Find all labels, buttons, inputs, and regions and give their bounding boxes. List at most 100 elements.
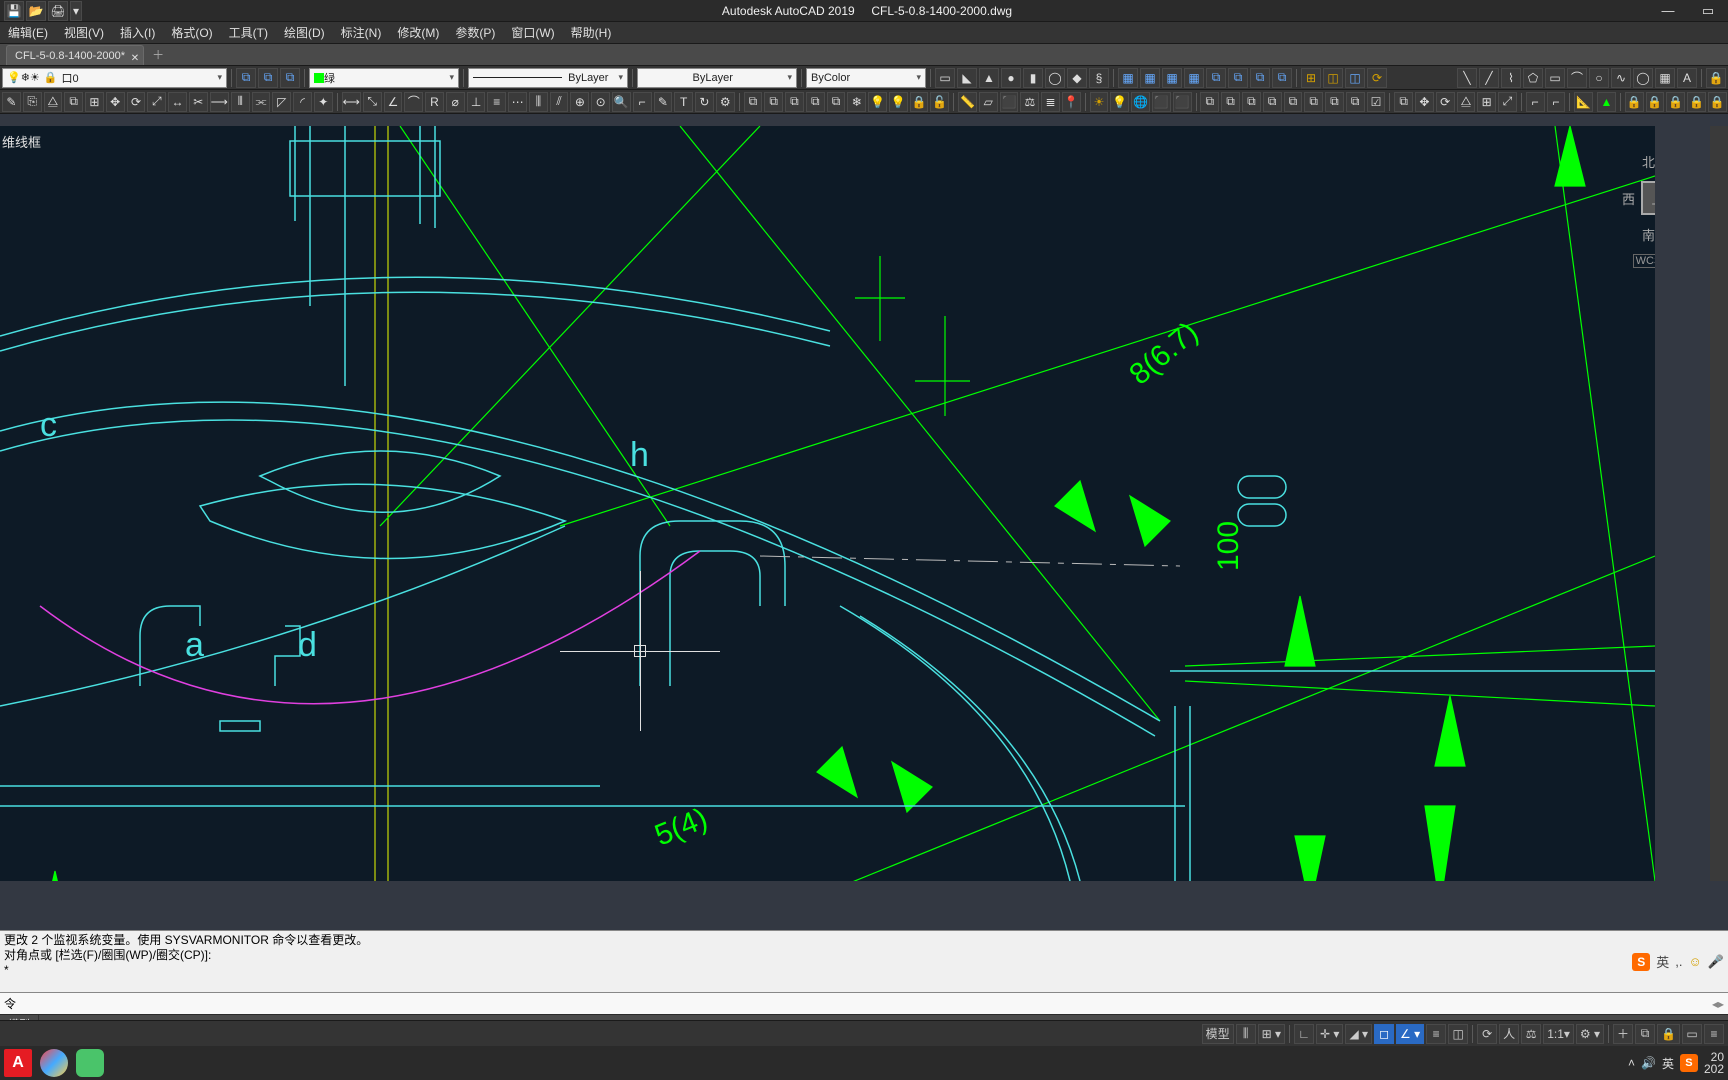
layer-prev-icon[interactable]: ⧉	[785, 92, 804, 112]
id-icon[interactable]: 📍	[1062, 92, 1081, 112]
scale-icon[interactable]: ⤢	[147, 92, 166, 112]
save-icon[interactable]: 💾	[4, 1, 24, 21]
autocad-taskbar-icon[interactable]: A	[4, 1049, 32, 1077]
tray-chevron-icon[interactable]: ˄	[1628, 1056, 1635, 1070]
menu-insert[interactable]: 插入(I)	[112, 22, 163, 44]
status-model[interactable]: 模型	[1202, 1024, 1234, 1044]
viewcube-icon[interactable]: ◫	[1323, 68, 1343, 88]
layer-match-icon[interactable]: ⧉	[764, 92, 783, 112]
menu-draw[interactable]: 绘图(D)	[276, 22, 333, 44]
sweep-icon[interactable]: ▦	[1162, 68, 1182, 88]
sogou-icon[interactable]: S	[1632, 953, 1650, 971]
print-icon[interactable]: 🖨	[48, 1, 68, 21]
browser-taskbar-icon[interactable]	[40, 1049, 68, 1077]
circle-icon[interactable]: ○	[1589, 68, 1609, 88]
revolve-icon[interactable]: ▦	[1184, 68, 1204, 88]
plotstyle-control[interactable]: ByColor▾	[806, 68, 926, 88]
stretch-icon[interactable]: ↔	[168, 92, 187, 112]
layer-off-icon[interactable]: 💡	[868, 92, 887, 112]
centermark-icon[interactable]: ⊙	[591, 92, 610, 112]
lock-ui-icon[interactable]: 🔒	[1657, 1024, 1680, 1044]
maximize-button[interactable]: ▭	[1688, 0, 1728, 22]
move-icon[interactable]: ✥	[106, 92, 125, 112]
lwt-toggle-icon[interactable]: ≡	[1426, 1024, 1446, 1044]
up-arrow-icon[interactable]: ▲	[1597, 92, 1616, 112]
dimstyle-icon[interactable]: ⚙	[716, 92, 735, 112]
menu-format[interactable]: 格式(O)	[163, 22, 220, 44]
area-icon[interactable]: ▱	[979, 92, 998, 112]
dim-space-icon[interactable]: ⫼	[529, 92, 548, 112]
layer-control[interactable]: 💡❄☀🔒口0 ▾	[2, 68, 227, 88]
chamfer-icon[interactable]: ◸	[272, 92, 291, 112]
orbit-icon[interactable]: ⟳	[1367, 68, 1387, 88]
extend-icon[interactable]: ⟶	[210, 92, 229, 112]
customize-icon[interactable]: ≡	[1704, 1024, 1724, 1044]
tray-volume-icon[interactable]: 🔊	[1641, 1056, 1656, 1070]
sel-cycle-icon[interactable]: ⟳	[1477, 1024, 1497, 1044]
measure-icon[interactable]: 📐	[1574, 92, 1593, 112]
3drotate-icon[interactable]: ⟳	[1436, 92, 1455, 112]
cmd-handle-icon[interactable]: ◂▸	[1712, 997, 1724, 1011]
3dalign-icon[interactable]: ⧉	[1394, 92, 1413, 112]
command-input[interactable]	[4, 997, 1712, 1011]
lockgroup4-icon[interactable]: 🔒	[1687, 92, 1706, 112]
dim-linear-icon[interactable]: ⟷	[342, 92, 361, 112]
shell-icon[interactable]: ⧉	[1346, 92, 1365, 112]
pline-icon[interactable]: ⌇	[1501, 68, 1521, 88]
union-icon[interactable]: ⧉	[1228, 68, 1248, 88]
ellipse-icon[interactable]: ◯	[1633, 68, 1653, 88]
lineweight-control[interactable]: ByLayer▾	[637, 68, 797, 88]
annoscale-icon[interactable]: ⚖	[1521, 1024, 1541, 1044]
convtosurface-icon[interactable]: ⧉	[1304, 92, 1323, 112]
ray-icon[interactable]: ╱	[1479, 68, 1499, 88]
convtosolid-icon[interactable]: ⧉	[1284, 92, 1303, 112]
explode-icon[interactable]: ✦	[314, 92, 333, 112]
presspull-icon[interactable]: ▦	[1140, 68, 1160, 88]
nav-south[interactable]: 南	[1642, 225, 1655, 244]
dim-jog-icon[interactable]: ⌐	[633, 92, 652, 112]
3darray-icon[interactable]: ⊞	[1477, 92, 1496, 112]
spline-icon[interactable]: ∿	[1611, 68, 1631, 88]
3dscale-icon[interactable]: ⤢	[1498, 92, 1517, 112]
fillet-icon[interactable]: ◜	[293, 92, 312, 112]
dim-baseline-icon[interactable]: ≡	[487, 92, 506, 112]
lockgroup5-icon[interactable]: 🔒	[1708, 92, 1727, 112]
system-tray[interactable]: ˄ 🔊 英 S 20 202	[1628, 1051, 1724, 1075]
distance-icon[interactable]: 📏	[958, 92, 977, 112]
lockgroup-icon[interactable]: 🔒	[1625, 92, 1644, 112]
list-icon[interactable]: ≣	[1041, 92, 1060, 112]
ime-indicator[interactable]: S 英 ,. ☺ 🎤	[1632, 952, 1724, 971]
layer-on-icon[interactable]: 💡	[889, 92, 908, 112]
menu-view[interactable]: 视图(V)	[56, 22, 112, 44]
layer-freeze-icon[interactable]: ❄	[847, 92, 866, 112]
transparency-toggle-icon[interactable]: ◫	[1448, 1024, 1468, 1044]
menu-modify[interactable]: 修改(M)	[389, 22, 447, 44]
layer-iso2-icon[interactable]: ⧉	[806, 92, 825, 112]
view-cube[interactable]: 北 西 上 南 WCS	[1622, 152, 1655, 268]
emoji-icon[interactable]: ☺	[1689, 954, 1702, 969]
new-tab-button[interactable]: ＋	[148, 45, 168, 65]
torus-icon[interactable]: ◯	[1045, 68, 1065, 88]
ortho-toggle-icon[interactable]: ∟	[1294, 1024, 1314, 1044]
menu-dimension[interactable]: 标注(N)	[333, 22, 390, 44]
subtract-icon[interactable]: ⧉	[1250, 68, 1270, 88]
intersect-icon[interactable]: ⧉	[1272, 68, 1292, 88]
linetype-control[interactable]: ByLayer▾	[468, 68, 628, 88]
close-icon[interactable]: ✕	[131, 49, 139, 69]
nav-top-face[interactable]: 上	[1641, 181, 1655, 215]
slice-icon[interactable]: ⧉	[1242, 92, 1261, 112]
ime-lang[interactable]: 英	[1656, 952, 1669, 971]
render-icon[interactable]: ☀	[1090, 92, 1109, 112]
menu-window[interactable]: 窗口(W)	[503, 22, 562, 44]
dim-edit-icon[interactable]: ✎	[654, 92, 673, 112]
dim-radius-icon[interactable]: R	[425, 92, 444, 112]
wcs-label[interactable]: WCS	[1633, 254, 1655, 268]
dim-textedit-icon[interactable]: T	[674, 92, 693, 112]
snap-toggle-icon[interactable]: ⊞ ▾	[1258, 1024, 1285, 1044]
arc-icon[interactable]: ⌒	[1567, 68, 1587, 88]
tray-lang[interactable]: 英	[1662, 1055, 1674, 1072]
ucs2-icon[interactable]: ⌐	[1547, 92, 1566, 112]
mirror-icon[interactable]: ⧋	[44, 92, 63, 112]
layer-unlock-icon[interactable]: 🔓	[930, 92, 949, 112]
ws-toggle-icon[interactable]: ⚙ ▾	[1576, 1024, 1604, 1044]
